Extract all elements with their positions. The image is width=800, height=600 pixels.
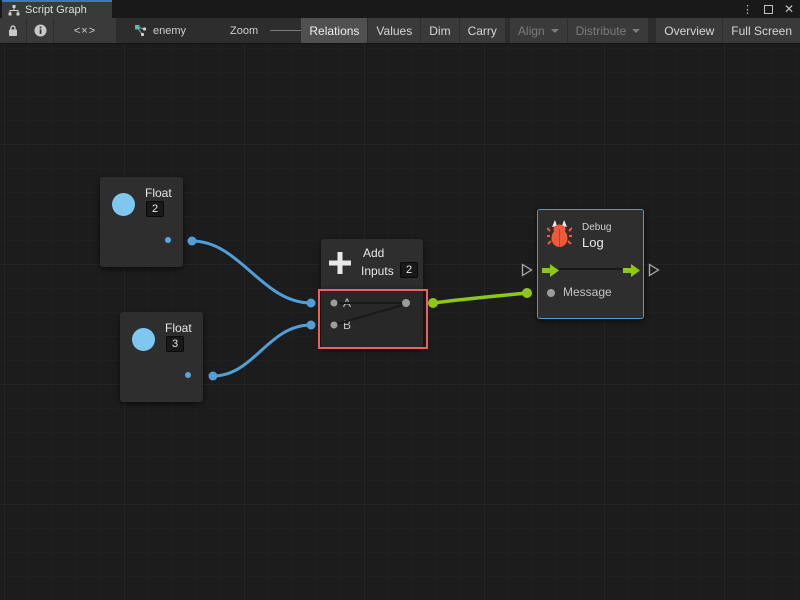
wire-endpoint-dot-green[interactable]: [522, 288, 532, 298]
node-title: Float: [145, 186, 172, 200]
plus-icon: [326, 249, 354, 277]
values-button[interactable]: Values: [368, 18, 420, 43]
float-output-port[interactable]: [165, 237, 171, 243]
selection-rectangle: [318, 289, 428, 349]
code-view-button[interactable]: <×>: [54, 18, 116, 43]
node-category: Debug: [582, 222, 611, 233]
inputs-label: Inputs: [361, 264, 394, 278]
lock-icon: [7, 24, 19, 37]
message-label: Message: [563, 285, 612, 299]
node-title: Float: [165, 321, 192, 335]
fullscreen-button[interactable]: Full Screen: [723, 18, 800, 43]
chevron-down-icon: [551, 29, 559, 33]
wire-endpoint-dot-green[interactable]: [428, 298, 438, 308]
lock-button[interactable]: [0, 18, 26, 43]
wire-endpoint-dot[interactable]: [188, 237, 197, 246]
graph-toolbar: <×> enemy Zoom 1x Relations Values Dim C…: [0, 18, 800, 44]
align-dropdown[interactable]: Align: [510, 18, 567, 43]
distribute-dropdown[interactable]: Distribute: [568, 18, 649, 43]
float-node-2[interactable]: Float 3: [120, 312, 203, 402]
wire-endpoint-dot[interactable]: [307, 321, 316, 330]
float-value-field[interactable]: 2: [146, 201, 164, 217]
flow-entry-triangle-icon[interactable]: [521, 263, 533, 277]
debug-log-node[interactable]: Debug Log Message: [537, 209, 644, 319]
flow-input-arrow-icon[interactable]: [542, 264, 560, 277]
inputs-count-field[interactable]: 2: [400, 262, 418, 278]
toolbar-buttons: Relations Values Dim Carry Align Distrib…: [300, 18, 800, 43]
wire-float1-to-add-a[interactable]: [192, 241, 311, 303]
zoom-label: Zoom: [230, 25, 258, 37]
window-controls: ⋮ ✕: [742, 0, 794, 18]
node-title: Add: [363, 246, 384, 260]
float-node-1[interactable]: Float 2: [100, 177, 183, 267]
graph-name[interactable]: enemy: [153, 25, 186, 37]
message-input-port[interactable]: [547, 289, 555, 297]
maximize-icon[interactable]: [764, 5, 773, 14]
window-menu-icon[interactable]: ⋮: [742, 3, 753, 16]
flow-exit-triangle-icon[interactable]: [648, 263, 660, 277]
title-bar: Script Graph ⋮ ✕: [0, 0, 800, 18]
node-title: Log: [582, 235, 604, 250]
graph-icon: [134, 24, 147, 37]
info-button[interactable]: [27, 18, 53, 43]
bug-icon: [547, 219, 572, 249]
float-type-icon: [112, 193, 135, 216]
wire-endpoint-dot[interactable]: [307, 299, 316, 308]
script-graph-icon: [8, 5, 20, 16]
dim-button[interactable]: Dim: [421, 18, 458, 43]
code-view-glyph: <×>: [74, 25, 96, 37]
graph-canvas[interactable]: Float 2 Float 3 Add Inputs 2 A B: [0, 44, 800, 600]
float-type-icon: [132, 328, 155, 351]
wire-float2-to-add-b[interactable]: [213, 325, 311, 376]
float-value-field[interactable]: 3: [166, 336, 184, 352]
tab-title: Script Graph: [25, 4, 87, 16]
info-icon: [34, 24, 47, 37]
carry-button[interactable]: Carry: [460, 18, 505, 43]
close-icon[interactable]: ✕: [784, 2, 794, 16]
chevron-down-icon: [632, 29, 640, 33]
flow-output-arrow-icon[interactable]: [623, 264, 641, 277]
overview-button[interactable]: Overview: [656, 18, 722, 43]
relations-button[interactable]: Relations: [301, 18, 367, 43]
wire-endpoint-dot[interactable]: [209, 372, 218, 381]
wire-add-to-debug-message[interactable]: [433, 293, 527, 303]
tab-script-graph[interactable]: Script Graph: [2, 0, 112, 18]
add-node-header[interactable]: Add Inputs 2: [321, 239, 423, 287]
float-output-port[interactable]: [185, 372, 191, 378]
